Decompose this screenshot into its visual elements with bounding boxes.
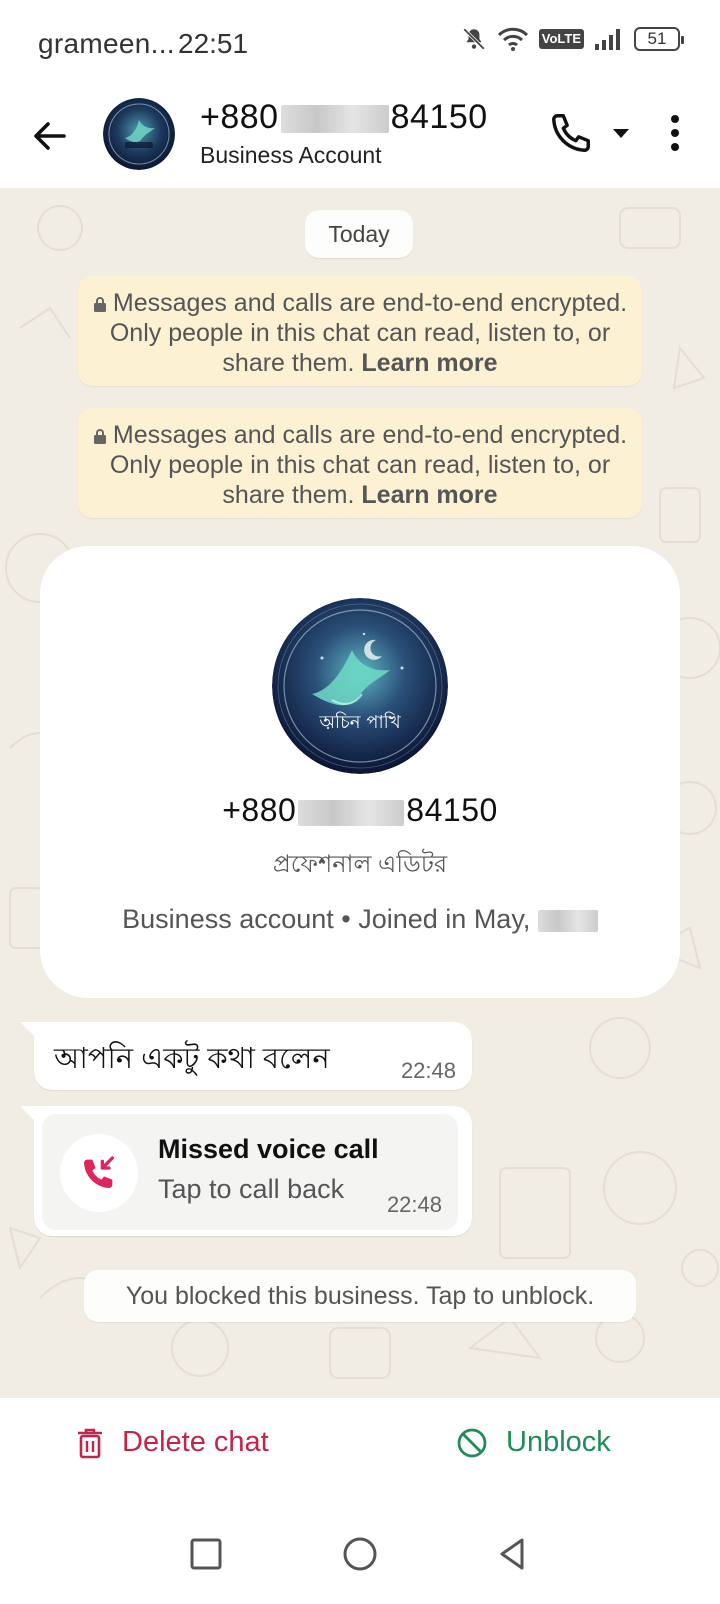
status-bar: grameen... 22:51 VoLTE 51 (0, 0, 720, 88)
signal-icon (595, 29, 620, 50)
chat-actions-bar: Delete chat Unblock (0, 1398, 720, 1504)
mute-notifications-icon (462, 28, 485, 50)
incoming-message[interactable]: আপনি একটু কথা বলেন 22:48 (20, 1022, 472, 1090)
bubble-tail (20, 1106, 36, 1122)
nav-square-icon[interactable] (186, 1534, 226, 1574)
nav-triangle-icon[interactable] (492, 1534, 532, 1574)
avatar-caption: অচিন পাখি (318, 712, 402, 733)
missed-call-icon-wrap (60, 1134, 138, 1212)
status-icons: VoLTE 51 (461, 26, 684, 52)
unblock-button[interactable]: Unblock (456, 1426, 611, 1459)
learn-more-link[interactable]: Learn more (361, 349, 497, 377)
profile-meta-text: Business account • Joined in May, (122, 904, 531, 934)
redacted-digits (298, 799, 405, 826)
encryption-notice[interactable]: Messages and calls are end-to-end encryp… (78, 408, 642, 518)
message-text: আপনি একটু কথা বলেন (54, 1043, 330, 1075)
profile-avatar[interactable]: অচিন পাখি (272, 598, 448, 774)
avatar[interactable] (103, 98, 175, 170)
chat-header: +880 84150 Business Account (0, 88, 720, 188)
profile-number-prefix: +880 (222, 792, 297, 828)
contact-number[interactable]: +880 84150 (200, 98, 488, 137)
block-icon (457, 1428, 487, 1457)
bubble-tail (20, 1022, 36, 1038)
missed-call-subtitle: Tap to call back (158, 1174, 345, 1204)
chevron-down-icon[interactable] (610, 124, 632, 142)
encryption-notice[interactable]: Messages and calls are end-to-end encryp… (78, 276, 642, 386)
carrier-name: grameen... (38, 28, 175, 59)
profile-description: প্রফেশনাল এডিটর (272, 851, 448, 878)
phone-icon[interactable] (548, 110, 594, 156)
contact-subtitle: Business Account (200, 142, 382, 168)
more-vert-icon[interactable] (660, 110, 690, 156)
missed-call-time: 22:48 (386, 1192, 442, 1217)
back-arrow-icon[interactable] (26, 112, 74, 160)
profile-number-suffix: 84150 (406, 792, 498, 828)
missed-call-card[interactable]: Missed voice call Tap to call back 22:48 (42, 1114, 458, 1230)
redacted-digits (280, 105, 389, 134)
battery-indicator: 51 (634, 27, 684, 51)
missed-call-icon (84, 1156, 115, 1188)
missed-call-message[interactable]: Missed voice call Tap to call back 22:48 (20, 1106, 472, 1236)
blocked-notice[interactable]: You blocked this business. Tap to unbloc… (84, 1270, 636, 1322)
business-profile-card[interactable]: অচিন পাখি +880 84150 প্রফেশনাল এডিটর Busi… (40, 546, 680, 998)
chat-area[interactable]: Today Messages and calls are end-to-end … (0, 188, 720, 1398)
profile-meta: Business account • Joined in May, (40, 904, 680, 935)
date-divider: Today (305, 210, 413, 258)
trash-icon (78, 1428, 102, 1458)
delete-chat-label: Delete chat (122, 1426, 269, 1458)
nav-circle-icon[interactable] (340, 1534, 380, 1574)
contact-number-suffix: 84150 (390, 98, 488, 136)
message-time: 22:48 (400, 1058, 456, 1083)
wifi-icon (497, 27, 528, 51)
delete-chat-button[interactable]: Delete chat (76, 1426, 269, 1459)
profile-number: +880 84150 (40, 792, 680, 829)
lock-icon (93, 297, 106, 312)
volte-badge: VoLTE (538, 29, 584, 49)
unblock-label: Unblock (506, 1426, 611, 1458)
contact-number-prefix: +880 (200, 98, 279, 136)
lock-icon (93, 429, 106, 444)
status-time: 22:51 (178, 28, 249, 59)
redacted-year (537, 909, 598, 932)
system-nav-bar (0, 1504, 720, 1604)
missed-call-title: Missed voice call (158, 1134, 379, 1164)
learn-more-link[interactable]: Learn more (361, 481, 497, 509)
